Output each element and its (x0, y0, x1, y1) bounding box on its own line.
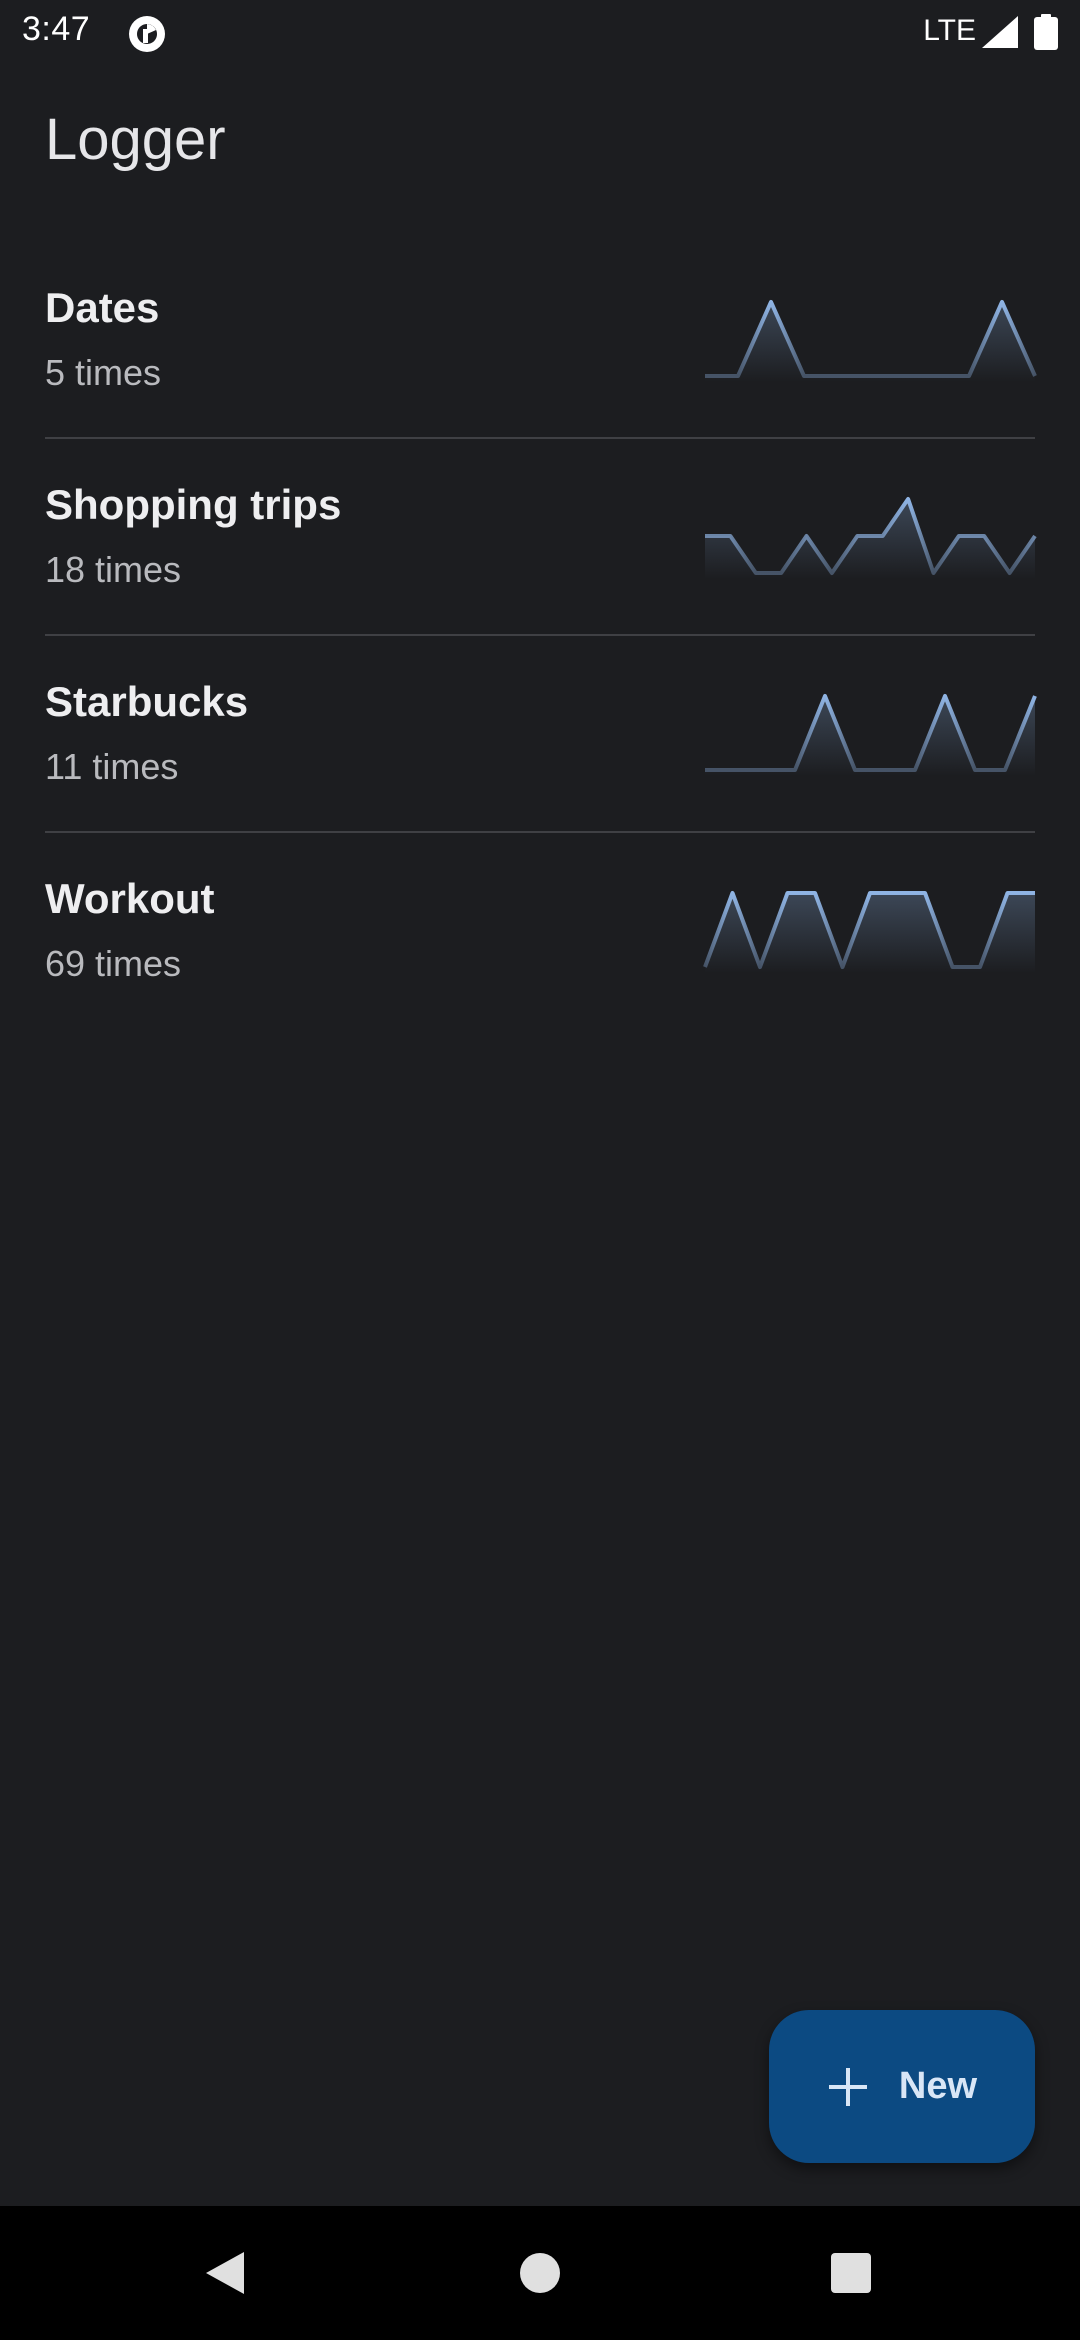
item-name: Shopping trips (45, 481, 342, 528)
sparkline-line (705, 694, 1037, 772)
item-count: 18 times (45, 549, 182, 590)
item-count: 69 times (45, 943, 182, 984)
back-icon[interactable] (200, 2248, 250, 2298)
item-name: Workout (45, 875, 215, 922)
status-time: 3:47 (22, 10, 91, 48)
new-button[interactable]: New (769, 2010, 1035, 2163)
new-button-label: New (898, 2065, 978, 2107)
item-sparkline (705, 694, 1037, 776)
home-icon[interactable] (515, 2248, 565, 2298)
list-item[interactable]: Shopping trips 18 times (45, 439, 1037, 636)
item-count: 11 times (45, 746, 179, 787)
page-title: Logger (45, 107, 226, 172)
list-item[interactable]: Workout 69 times (45, 833, 1035, 1030)
list-item[interactable]: Dates 5 times (45, 242, 1037, 439)
item-name: Starbucks (45, 678, 249, 725)
item-sparkline (705, 300, 1037, 382)
app-indicator-icon (129, 16, 165, 52)
battery-icon (1034, 14, 1058, 50)
item-name: Dates (45, 284, 160, 331)
list-item[interactable]: Starbucks 11 times (45, 636, 1037, 833)
item-count: 5 times (45, 352, 162, 393)
plus-icon (828, 2067, 867, 2106)
sparkline-area (705, 696, 1035, 776)
log-list: Dates 5 times Shopping trips 18 times St… (45, 242, 1037, 1030)
signal-icon (982, 16, 1018, 48)
status-bar: 3:47 LTE (0, 0, 1080, 66)
sparkline-area (705, 893, 1035, 973)
recents-icon[interactable] (826, 2248, 876, 2298)
item-sparkline (703, 891, 1035, 973)
item-sparkline (705, 497, 1037, 579)
navigation-bar (0, 2206, 1080, 2340)
network-type: LTE (923, 14, 976, 47)
